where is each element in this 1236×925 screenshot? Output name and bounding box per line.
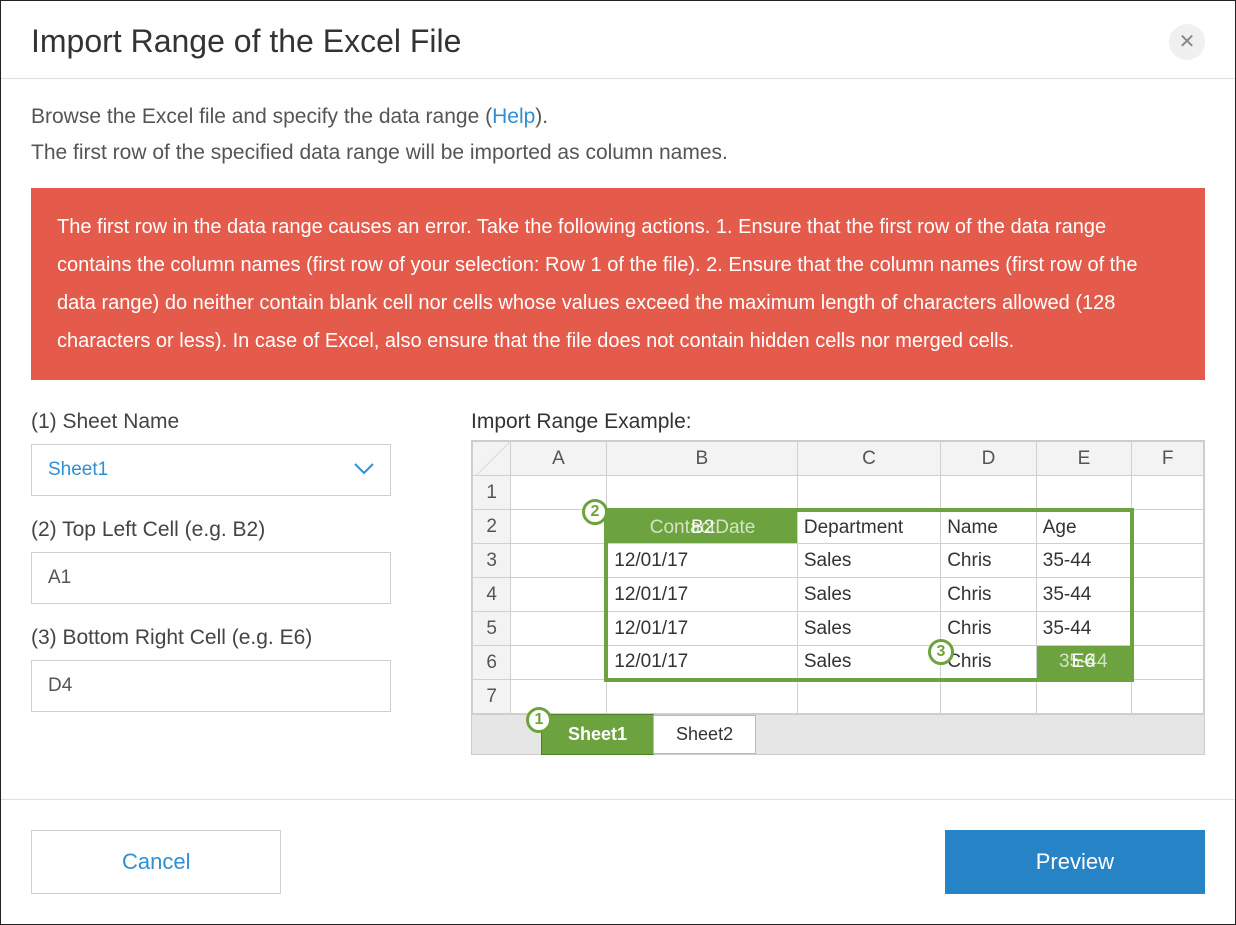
row-header-6: 6 (473, 646, 511, 680)
close-icon: ✕ (1179, 29, 1196, 54)
cell-e5: 35-44 (1036, 612, 1132, 646)
cell-c2: Department (797, 510, 940, 544)
cell-d3: Chris (941, 544, 1037, 578)
col-header-E: E (1036, 442, 1132, 476)
example-sheet: 2 3 1 A B C D E F (471, 440, 1205, 755)
dialog-header: Import Range of the Excel File ✕ (1, 1, 1235, 79)
row-header-3: 3 (473, 544, 511, 578)
cell-c3: Sales (797, 544, 940, 578)
top-left-label: (2) Top Left Cell (e.g. B2) (31, 518, 391, 542)
close-button[interactable]: ✕ (1169, 24, 1205, 60)
preview-button[interactable]: Preview (945, 830, 1205, 894)
col-header-A: A (511, 442, 607, 476)
col-header-F: F (1132, 442, 1204, 476)
help-link[interactable]: Help (492, 105, 535, 128)
intro-prefix: Browse the Excel file and specify the da… (31, 105, 492, 128)
top-left-cell-field: (2) Top Left Cell (e.g. B2) (31, 518, 391, 604)
sheet-tabs: Sheet1 Sheet2 (472, 714, 1204, 754)
form-column: (1) Sheet Name Sheet1 (2) Top Left Cell … (31, 410, 391, 734)
example-column: Import Range Example: 2 3 1 A B C D E (471, 410, 1205, 755)
sheet-name-field: (1) Sheet Name Sheet1 (31, 410, 391, 496)
cell-e4: 35-44 (1036, 578, 1132, 612)
bottom-right-label: (3) Bottom Right Cell (e.g. E6) (31, 626, 391, 650)
dialog-title: Import Range of the Excel File (31, 23, 461, 60)
error-banner: The first row in the data range causes a… (31, 188, 1205, 380)
top-left-input[interactable] (31, 552, 391, 604)
error-message: The first row in the data range causes a… (57, 216, 1137, 352)
sheet-tab-sheet2[interactable]: Sheet2 (653, 715, 756, 754)
chevron-down-icon (354, 459, 374, 481)
corner-cell (473, 442, 511, 476)
col-header-D: D (941, 442, 1037, 476)
dialog-footer: Cancel Preview (1, 799, 1235, 924)
cell-c6: Sales (797, 646, 940, 680)
cell-e3: 35-44 (1036, 544, 1132, 578)
bottom-right-cell-field: (3) Bottom Right Cell (e.g. E6) (31, 626, 391, 712)
row-header-2: 2 (473, 510, 511, 544)
row-header-4: 4 (473, 578, 511, 612)
col-header-B: B (606, 442, 797, 476)
cell-c4: Sales (797, 578, 940, 612)
cancel-button[interactable]: Cancel (31, 830, 281, 894)
cell-b5: 12/01/17 (606, 612, 797, 646)
example-table: A B C D E F 1 2 (472, 441, 1204, 714)
dialog-body[interactable]: Browse the Excel file and specify the da… (1, 79, 1235, 799)
cell-d2: Name (941, 510, 1037, 544)
cell-d4: Chris (941, 578, 1037, 612)
row-header-1: 1 (473, 476, 511, 510)
cell-b4: 12/01/17 (606, 578, 797, 612)
col-header-C: C (797, 442, 940, 476)
cell-b3: 12/01/17 (606, 544, 797, 578)
intro-text: Browse the Excel file and specify the da… (31, 99, 1205, 170)
sheet-name-value: Sheet1 (48, 459, 108, 481)
example-title: Import Range Example: (471, 410, 1205, 434)
cell-e2: Age (1036, 510, 1132, 544)
row-header-5: 5 (473, 612, 511, 646)
intro-suffix: ). (535, 105, 548, 128)
form-row: (1) Sheet Name Sheet1 (2) Top Left Cell … (31, 410, 1205, 755)
sheet-name-select[interactable]: Sheet1 (31, 444, 391, 496)
selection-br-cell: 35-44 E6 (1036, 646, 1132, 680)
selection-tl-label: B2 (608, 512, 797, 544)
intro-line2: The first row of the specified data rang… (31, 141, 728, 164)
selection-br-label: E6 (1037, 646, 1130, 678)
bottom-right-input[interactable] (31, 660, 391, 712)
cell-d6: Chris (941, 646, 1037, 680)
import-range-dialog: Import Range of the Excel File ✕ Browse … (1, 1, 1235, 924)
selection-tl-cell: ContactDate B2 (606, 510, 797, 544)
sheet-name-label: (1) Sheet Name (31, 410, 391, 434)
cell-d5: Chris (941, 612, 1037, 646)
cell-c5: Sales (797, 612, 940, 646)
sheet-tab-sheet1[interactable]: Sheet1 (542, 715, 653, 754)
cell-b6: 12/01/17 (606, 646, 797, 680)
row-header-7: 7 (473, 680, 511, 714)
